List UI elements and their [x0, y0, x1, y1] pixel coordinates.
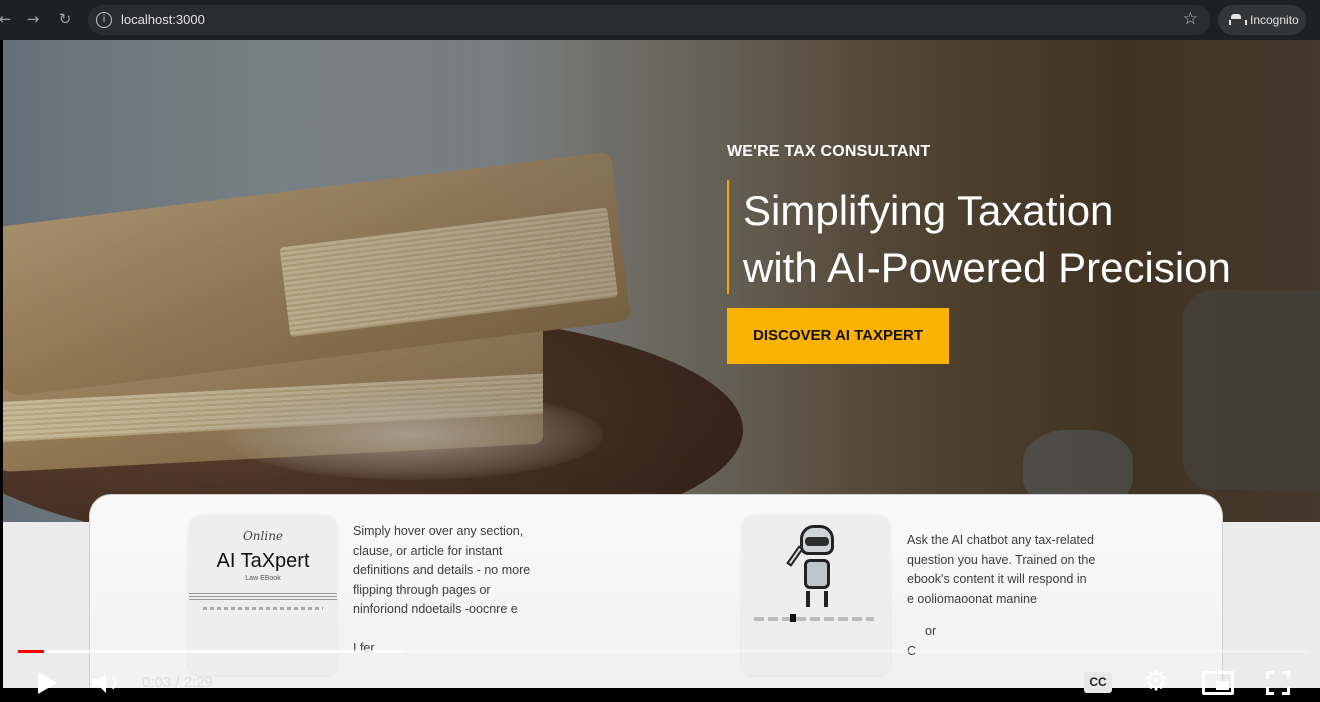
incognito-icon: [1229, 14, 1247, 26]
chatbot-bar-marker: [790, 614, 796, 622]
reload-icon[interactable]: ↻: [54, 8, 76, 30]
feature-text-line: Simply hover over any section,: [353, 524, 524, 538]
fullscreen-icon[interactable]: [1266, 671, 1290, 695]
feature-text-line: ninforiond ndoetails -oocnre e: [353, 602, 518, 616]
feature-text-line: definitions and details - no more: [353, 563, 531, 577]
ebook-divider: [189, 593, 337, 601]
headline-accent-bar: [727, 180, 729, 294]
feature-text-line: ebook's content it will respond in: [907, 572, 1087, 586]
headline-line-1: Simplifying Taxation: [743, 187, 1114, 234]
feature-text-line: clause, or article for instant: [353, 543, 503, 558]
time-display: 0:03 / 2:29: [142, 674, 213, 691]
feature-text-line: question you have. Trained on the: [907, 552, 1096, 567]
star-icon[interactable]: ☆: [1183, 9, 1198, 29]
discover-button[interactable]: DISCOVER AI TAXPERT: [727, 308, 949, 364]
headline-line-2: with AI-Powered Precision: [743, 244, 1231, 291]
forward-icon[interactable]: →: [22, 8, 44, 30]
chatbot-bar: [754, 617, 874, 621]
ebook-title: AI TaXpert: [216, 550, 310, 572]
feature-text-line: [907, 609, 1112, 622]
play-icon[interactable]: [38, 672, 57, 694]
info-icon[interactable]: i: [96, 12, 112, 28]
ebook-subtitle: Law EBook: [245, 575, 281, 582]
url-text: localhost:3000: [121, 12, 205, 27]
settings-icon[interactable]: ⚙: [1144, 666, 1168, 698]
feature-text-line: flipping through pages or: [353, 582, 491, 597]
progress-buffered: [18, 650, 405, 653]
feature-text-line: Ask the AI chatbot any tax-related: [907, 533, 1094, 547]
incognito-badge[interactable]: Incognito: [1218, 5, 1306, 35]
feature-text-line: or: [925, 624, 937, 638]
progress-played[interactable]: [18, 650, 44, 653]
captions-button[interactable]: CC: [1084, 672, 1112, 693]
ebook-script-label: Online: [242, 529, 284, 543]
hero-headline: Simplifying Taxation with AI-Powered Pre…: [743, 182, 1231, 296]
address-bar[interactable]: i localhost:3000 ☆: [88, 5, 1210, 35]
hero-section: WE'RE TAX CONSULTANT Simplifying Taxatio…: [3, 40, 1320, 522]
ebook-fine-print: [203, 607, 323, 610]
video-controls: 0:03 / 2:29 CC ⚙: [0, 660, 1320, 702]
feature-text-line: [353, 620, 553, 640]
incognito-label: Incognito: [1250, 13, 1299, 27]
feature-text-line: e ooliomaoonat manine: [907, 591, 1037, 606]
browser-toolbar: ← → ↻ i localhost:3000 ☆ Incognito: [0, 0, 1320, 40]
feature-text-line: I fer: [353, 641, 375, 655]
feature-description: Ask the AI chatbot any tax-related quest…: [907, 531, 1112, 661]
robot-icon: [782, 525, 852, 610]
back-icon[interactable]: ←: [0, 8, 16, 30]
miniplayer-icon[interactable]: [1202, 671, 1234, 695]
feature-description: Simply hover over any section, clause, o…: [353, 522, 553, 659]
volume-icon[interactable]: [92, 672, 118, 694]
hero-eyebrow: WE'RE TAX CONSULTANT: [727, 143, 931, 160]
